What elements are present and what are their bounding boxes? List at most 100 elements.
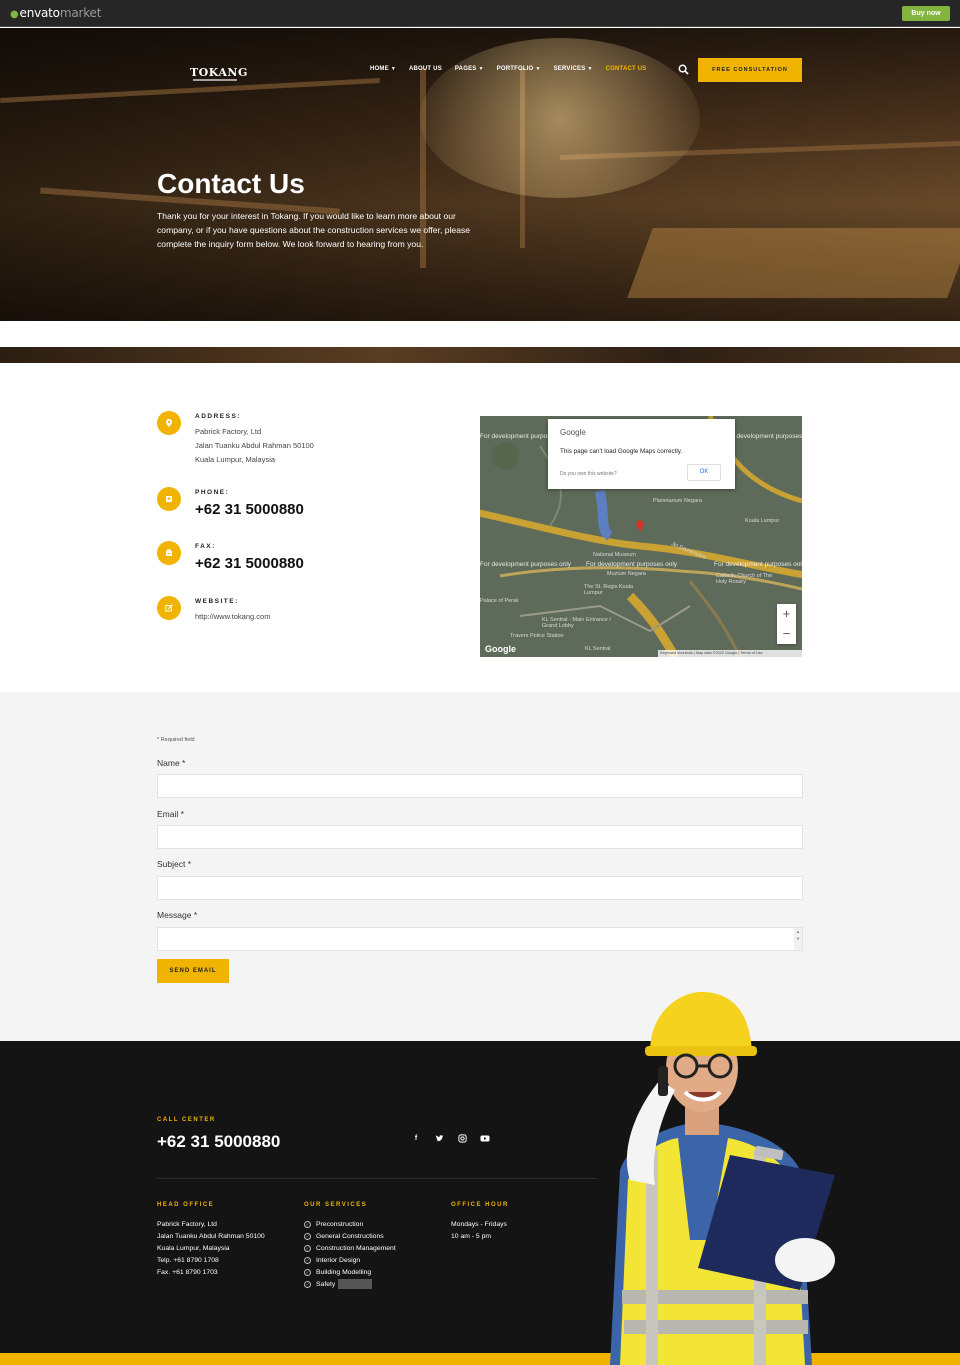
name-field[interactable] xyxy=(157,774,803,798)
edit-link-icon xyxy=(157,596,181,620)
dev-watermark: For development purposes only xyxy=(725,433,802,440)
head-office-column: HEAD OFFICE Pabrick Factory, Ltd Jalan T… xyxy=(157,1202,265,1279)
zoom-control: + − xyxy=(777,604,796,644)
zoom-out-button[interactable]: − xyxy=(777,624,796,644)
nav-portfolio[interactable]: PORTFOLIO ▼ xyxy=(497,66,541,72)
service-link[interactable]: ✓ Safety xyxy=(304,1279,396,1291)
name-label: Name * xyxy=(157,758,186,768)
nav-pages[interactable]: PAGES ▼ xyxy=(455,66,484,72)
head-office-line: Jalan Tuanku Abdul Rahman 50100 xyxy=(157,1233,265,1240)
hero-text: Thank you for your interest in Tokang. I… xyxy=(157,211,471,249)
nav-about[interactable]: ABOUT US xyxy=(409,66,442,72)
bg-plank xyxy=(627,228,960,298)
redacted-block xyxy=(338,1279,373,1290)
maps-error-dialog: Google This page can't load Google Maps … xyxy=(548,419,735,489)
fax-label: FAX: xyxy=(195,543,216,550)
address-line: Pabrick Factory, Ltd xyxy=(195,427,262,436)
search-icon[interactable] xyxy=(678,64,689,75)
envato-logo[interactable]: ●envatomarket xyxy=(10,6,101,20)
dev-watermark: For development purposes only xyxy=(714,561,802,568)
check-circle-icon: ✓ xyxy=(304,1256,311,1264)
service-link[interactable]: ✓ Preconstruction xyxy=(304,1219,396,1231)
map-place: KL Sentral xyxy=(585,646,611,652)
facebook-icon[interactable]: f xyxy=(411,1134,421,1144)
head-office-title: HEAD OFFICE xyxy=(157,1202,215,1208)
service-link[interactable]: ✓ Building Modelling xyxy=(304,1267,396,1279)
website-label: WEBSITE: xyxy=(195,598,239,605)
email-label: Email * xyxy=(157,809,184,819)
phone-icon xyxy=(157,487,181,511)
dialog-message: This page can't load Google Maps correct… xyxy=(560,448,683,455)
email-field[interactable] xyxy=(157,825,803,849)
footer-divider xyxy=(157,1178,597,1179)
fax-icon xyxy=(157,541,181,565)
fax-number: +62 31 5000880 xyxy=(195,555,304,572)
map-footer[interactable]: Keyboard shortcuts | Map data ©2022 Goog… xyxy=(658,650,802,657)
phone-number[interactable]: +62 31 5000880 xyxy=(195,501,304,518)
map-place: Palace of Perak xyxy=(480,598,519,604)
call-center-phone[interactable]: +62 31 5000880 xyxy=(157,1132,280,1152)
message-field[interactable]: ▲ ▼ xyxy=(157,927,803,951)
check-circle-icon: ✓ xyxy=(304,1244,311,1252)
dev-watermark: For development purposes only xyxy=(480,561,572,568)
map-place: Kuala Lumpur xyxy=(745,518,780,524)
chevron-down-icon: ▼ xyxy=(478,66,484,72)
services-column: OUR SERVICES ✓ Preconstruction ✓ General C… xyxy=(304,1202,396,1291)
hero-section: TOKANG HOME ▼ ABOUT US PAGES ▼ PORTFOLIO ▼ … xyxy=(0,28,960,321)
dialog-own-link[interactable]: Do you own this website? xyxy=(560,471,617,477)
service-link[interactable]: ✓ General Constructions xyxy=(304,1231,396,1243)
office-hour-column: OFFICE HOUR Mondays - Fridays 10 am - 5 … xyxy=(451,1202,509,1243)
page-title: Contact Us xyxy=(157,168,305,199)
map-place: Travers Police Station xyxy=(510,633,564,639)
location-pin-icon xyxy=(157,411,181,435)
ok-button[interactable]: OK xyxy=(687,464,721,481)
check-circle-icon: ✓ xyxy=(304,1268,311,1276)
map-place: KL Sentral - Main Entrance / Grand Lobby xyxy=(542,617,611,629)
phone-label: PHONE: xyxy=(195,489,230,496)
twitter-icon[interactable] xyxy=(434,1134,444,1144)
office-hour-line: Mondays - Fridays xyxy=(451,1221,507,1228)
subject-field[interactable] xyxy=(157,876,803,900)
check-circle-icon: ✓ xyxy=(304,1280,311,1288)
google-map[interactable]: For development purposes only For develo… xyxy=(480,416,802,657)
instagram-icon[interactable] xyxy=(457,1134,467,1144)
head-office-line: Kuala Lumpur, Malaysia xyxy=(157,1245,230,1252)
nav-contact[interactable]: CONTACT US xyxy=(606,66,647,72)
head-office-line: Pabrick Factory, Ltd xyxy=(157,1221,217,1228)
head-office-line: Telp. +61 8790 1708 xyxy=(157,1257,219,1264)
send-email-button[interactable]: SEND EMAIL xyxy=(157,959,229,983)
dev-watermark: For development purposes only xyxy=(586,561,678,568)
service-link[interactable]: ✓ Construction Management xyxy=(304,1243,396,1255)
address-label: ADDRESS: xyxy=(195,413,241,420)
construction-worker-image xyxy=(610,991,835,1365)
map-place: Planetarium Negara xyxy=(653,498,702,504)
message-label: Message * xyxy=(157,910,198,920)
services-title: OUR SERVICES xyxy=(304,1202,368,1208)
decorative-strip xyxy=(0,347,960,363)
chevron-down-icon: ▼ xyxy=(390,66,396,72)
free-consultation-button[interactable]: FREE CONSULTATION xyxy=(698,58,802,82)
contact-form: * Required field Name * Email * Subject … xyxy=(0,692,960,1041)
website-link[interactable]: http://www.tokang.com xyxy=(195,612,270,621)
main-nav: HOME ▼ ABOUT US PAGES ▼ PORTFOLIO ▼ SERVICE… xyxy=(370,66,646,72)
leaf-icon: ● xyxy=(10,9,19,20)
textarea-scrollbar[interactable]: ▲ ▼ xyxy=(794,928,802,950)
office-hour-line: 10 am - 5 pm xyxy=(451,1233,492,1240)
tokang-logo[interactable]: TOKANG xyxy=(190,66,248,79)
envato-bar: ●envatomarket Buy now xyxy=(0,0,960,27)
service-link[interactable]: ✓ Interior Design xyxy=(304,1255,396,1267)
bg-beam xyxy=(0,78,380,103)
google-logo: Google xyxy=(485,644,516,654)
nav-home[interactable]: HOME ▼ xyxy=(370,66,396,72)
check-circle-icon: ✓ xyxy=(304,1220,311,1228)
youtube-icon[interactable] xyxy=(480,1134,490,1144)
subject-label: Subject * xyxy=(157,859,192,869)
buy-now-button[interactable]: Buy now xyxy=(902,6,950,21)
social-links: f xyxy=(411,1134,490,1144)
dialog-brand: Google xyxy=(560,428,586,437)
zoom-in-button[interactable]: + xyxy=(777,604,796,624)
address-line: Jalan Tuanku Abdul Rahman 50100 xyxy=(195,441,314,450)
nav-services[interactable]: SERVICES ▼ xyxy=(554,66,593,72)
map-place: National Museum xyxy=(593,552,636,558)
bg-light xyxy=(420,38,700,198)
